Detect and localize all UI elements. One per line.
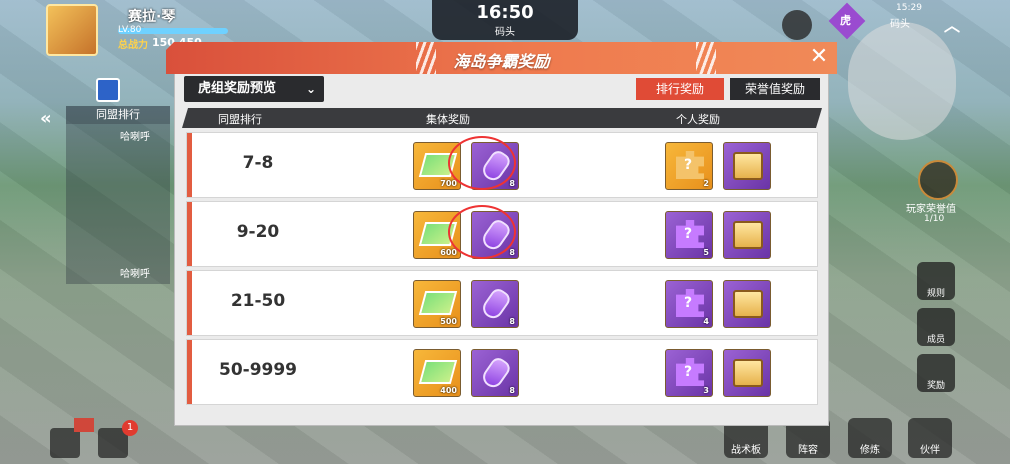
clock-time: 16:50 <box>476 2 534 23</box>
dropdown-label: 虎组奖励预览 <box>198 81 277 96</box>
battle-power-label: 总战力 <box>118 40 148 51</box>
honor-label: 玩家荣誉值 <box>906 204 956 215</box>
row-accent-bar <box>187 340 192 404</box>
personal-reward-item[interactable]: ? 5 <box>665 211 713 259</box>
modal-header: 海岛争霸奖励 <box>166 42 837 74</box>
item-count: 8 <box>509 248 515 257</box>
partner-button[interactable]: 伙伴 <box>908 418 952 458</box>
potion-bottle-icon <box>479 354 513 392</box>
item-count: 8 <box>509 386 515 395</box>
column-header-rank: 同盟排行 <box>218 113 262 126</box>
rewards-button-label: 奖励 <box>926 381 945 391</box>
ticket-icon <box>418 360 458 384</box>
question-mark-icon: ? <box>684 364 693 380</box>
item-count: 4 <box>703 317 709 326</box>
personal-reward-item[interactable] <box>723 211 771 259</box>
table-header: 同盟排行 集体奖励 个人奖励 <box>182 108 822 128</box>
lock-icon[interactable] <box>782 10 812 40</box>
rules-button-label: 规则 <box>926 289 945 299</box>
alliance-rank-name: 哈喇呼 <box>120 269 150 280</box>
minimap[interactable] <box>848 22 956 140</box>
alliance-rank-panel <box>66 124 170 284</box>
question-mark-icon: ? <box>684 295 693 311</box>
mail-icon[interactable] <box>74 418 94 432</box>
personal-reward-item[interactable]: ? 4 <box>665 280 713 328</box>
members-button[interactable]: 成员 <box>917 308 955 346</box>
reward-modal: 海岛争霸奖励 ✕ 虎组奖励预览 ⌄ 排行奖励 荣誉值奖励 同盟排行 集体奖励 个… <box>166 42 837 426</box>
question-mark-icon: ? <box>684 157 693 173</box>
personal-reward-item[interactable] <box>723 349 771 397</box>
partner-label: 伙伴 <box>920 445 940 456</box>
rank-range: 50-9999 <box>218 360 298 380</box>
item-count: 600 <box>440 248 457 257</box>
row-accent-bar <box>187 133 192 197</box>
tiger-group-badge: 虎 <box>840 14 851 27</box>
potion-bottle-icon <box>479 285 513 323</box>
highlight-circle <box>448 136 516 190</box>
minimap-location: 码头 <box>890 19 910 30</box>
item-count: 400 <box>440 386 457 395</box>
rank-range: 21-50 <box>230 291 286 311</box>
item-count: 3 <box>703 386 709 395</box>
alliance-rank-name: 哈喇呼 <box>120 132 150 143</box>
rank-range: 7-8 <box>242 153 274 173</box>
player-name: 赛拉·琴 <box>128 9 176 25</box>
tactics-board-label: 战术板 <box>731 445 761 456</box>
training-button[interactable]: 修炼 <box>848 418 892 458</box>
personal-reward-item[interactable] <box>723 280 771 328</box>
tab-honor-rewards[interactable]: 荣誉值奖励 <box>730 78 820 100</box>
item-count: 5 <box>703 248 709 257</box>
honor-chest-icon[interactable] <box>918 160 958 200</box>
training-label: 修炼 <box>860 445 880 456</box>
treasure-chest-icon <box>733 152 763 180</box>
player-avatar[interactable] <box>46 4 98 56</box>
alliance-icon[interactable] <box>96 78 120 102</box>
collapse-up-icon[interactable]: ︿ <box>944 12 960 36</box>
treasure-chest-icon <box>733 290 763 318</box>
treasure-chest-icon <box>733 221 763 249</box>
rank-range: 9-20 <box>236 222 280 242</box>
lineup-label: 阵容 <box>798 445 818 456</box>
group-reward-item[interactable]: 500 <box>413 280 461 328</box>
table-row: 50-9999 400 8? 3 <box>186 339 818 405</box>
personal-reward-item[interactable]: ? 2 <box>665 142 713 190</box>
rewards-button[interactable]: 奖励 <box>917 354 955 392</box>
row-accent-bar <box>187 202 192 266</box>
collapse-left-icon[interactable]: « <box>40 108 52 129</box>
personal-reward-item[interactable]: ? 3 <box>665 349 713 397</box>
item-count: 700 <box>440 179 457 188</box>
player-level: LV.80 <box>118 25 142 35</box>
clock-location: 码头 <box>495 27 515 38</box>
modal-title: 海岛争霸奖励 <box>453 52 550 71</box>
row-accent-bar <box>187 271 192 335</box>
close-icon[interactable]: ✕ <box>804 44 834 72</box>
chevron-down-icon: ⌄ <box>305 82 316 96</box>
item-count: 8 <box>509 317 515 326</box>
group-reward-item[interactable]: 8 <box>471 280 519 328</box>
group-reward-item[interactable]: 8 <box>471 349 519 397</box>
tab-rank-rewards[interactable]: 排行奖励 <box>636 78 724 100</box>
personal-reward-item[interactable] <box>723 142 771 190</box>
item-count: 8 <box>509 179 515 188</box>
column-header-personal-reward: 个人奖励 <box>676 113 720 126</box>
ticket-icon <box>418 291 458 315</box>
members-button-label: 成员 <box>926 335 945 345</box>
item-count: 500 <box>440 317 457 326</box>
honor-value: 1/10 <box>924 214 945 224</box>
column-header-group-reward: 集体奖励 <box>426 113 470 126</box>
friends-icon[interactable] <box>50 428 80 458</box>
alliance-rank-title: 同盟排行 <box>66 106 170 124</box>
rules-button[interactable]: 规则 <box>917 262 955 300</box>
minimap-time: 15:29 <box>896 3 922 13</box>
chat-notification-badge: 1 <box>122 420 138 436</box>
group-reward-item[interactable]: 400 <box>413 349 461 397</box>
group-preview-dropdown[interactable]: 虎组奖励预览 ⌄ <box>184 76 324 102</box>
question-mark-icon: ? <box>684 226 693 242</box>
table-row: 21-50 500 8? 4 <box>186 270 818 336</box>
treasure-chest-icon <box>733 359 763 387</box>
game-clock: 16:50 码头 <box>432 0 578 40</box>
highlight-circle <box>448 205 516 259</box>
item-count: 2 <box>703 179 709 188</box>
